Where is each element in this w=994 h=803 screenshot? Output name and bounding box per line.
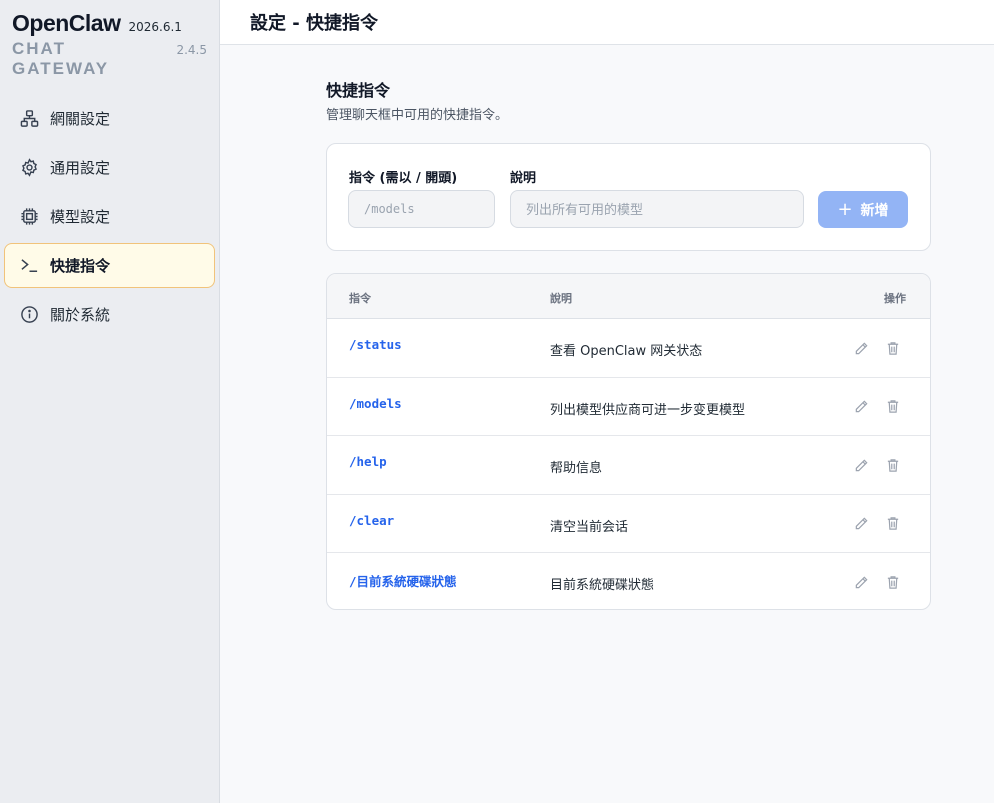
trash-icon[interactable] [884,398,902,416]
brand-subtitle: CHAT GATEWAY [12,39,110,78]
sidebar: OpenClaw 2026.6.1 CHAT GATEWAY 2.4.5 網關設… [0,0,220,803]
section-title: 快捷指令 [326,81,391,100]
edit-icon[interactable] [852,515,870,533]
brand: OpenClaw 2026.6.1 CHAT GATEWAY 2.4.5 [0,0,219,96]
shortcuts-table: 指令 說明 操作 /status 查看 OpenClaw 网关状态/models 列… [326,273,931,610]
sidebar-nav: 網關設定 通用設定 模型設定 快捷指令 關於系統 [0,96,219,337]
section-description: 管理聊天框中可用的快捷指令。 [326,108,509,123]
row-description: 清空当前会话 [550,519,629,535]
sidebar-item-gateway[interactable]: 網關設定 [4,96,215,141]
row-command: /status [349,337,402,352]
add-shortcut-form: 指令 (需以 / 開頭) 說明 + 新增 [326,143,931,251]
brand-name: OpenClaw [12,10,121,36]
row-command: /clear [349,512,395,528]
chip-icon [20,207,39,226]
network-icon [20,109,39,128]
sidebar-item-label: 網關設定 [50,110,111,128]
sidebar-item-general[interactable]: 通用設定 [4,145,215,190]
sidebar-item-label: 模型設定 [50,208,111,226]
page-header: 設定 - 快捷指令 [220,0,994,45]
info-icon [20,305,39,324]
description-field-label: 說明 [510,171,537,186]
table-row: /status 查看 OpenClaw 网关状态 [327,319,930,378]
command-field-label: 指令 (需以 / 開頭) [349,171,458,186]
trash-icon[interactable] [884,573,902,591]
brand-subversion: 2.4.5 [176,43,207,57]
column-header-command: 指令 [349,292,371,305]
row-description: 帮助信息 [550,461,603,476]
edit-icon[interactable] [852,398,870,416]
page-title: 設定 - 快捷指令 [250,13,379,34]
terminal-icon [20,256,39,275]
row-command: /目前系統硬碟狀態 [349,574,457,589]
edit-icon[interactable] [852,456,870,474]
sidebar-item-label: 快捷指令 [50,257,111,275]
sidebar-item-shortcuts[interactable]: 快捷指令 [4,243,215,288]
row-description: 查看 OpenClaw 网关状态 [550,344,703,359]
add-button[interactable]: + 新增 [818,191,908,228]
gear-icon [20,158,39,177]
sidebar-item-about[interactable]: 關於系統 [4,292,215,337]
column-header-description: 說明 [550,292,572,305]
trash-icon[interactable] [884,339,902,357]
table-row: /clear 清空当前会话 [327,495,930,553]
table-row: /目前系統硬碟狀態 目前系統硬碟狀態 [327,553,930,609]
add-button-label: 新增 [860,202,889,219]
command-input[interactable] [348,190,495,228]
trash-icon[interactable] [884,515,902,533]
edit-icon[interactable] [852,339,870,357]
plus-icon: + [837,198,853,220]
description-input[interactable] [510,190,804,228]
trash-icon[interactable] [884,456,902,474]
sidebar-item-label: 關於系統 [50,306,111,324]
row-command: /models [349,395,402,411]
row-description: 目前系統硬碟狀態 [550,578,655,593]
edit-icon[interactable] [852,573,870,591]
table-row: /help 帮助信息 [327,436,930,495]
column-header-actions: 操作 [884,292,906,305]
brand-version: 2026.6.1 [128,20,182,34]
sidebar-item-models[interactable]: 模型設定 [4,194,215,239]
table-header: 指令 說明 操作 [327,274,930,319]
sidebar-item-label: 通用設定 [50,159,111,177]
table-row: /models 列出模型供应商可进一步变更模型 [327,378,930,436]
row-command: /help [349,454,387,469]
row-description: 列出模型供应商可进一步变更模型 [550,402,746,418]
